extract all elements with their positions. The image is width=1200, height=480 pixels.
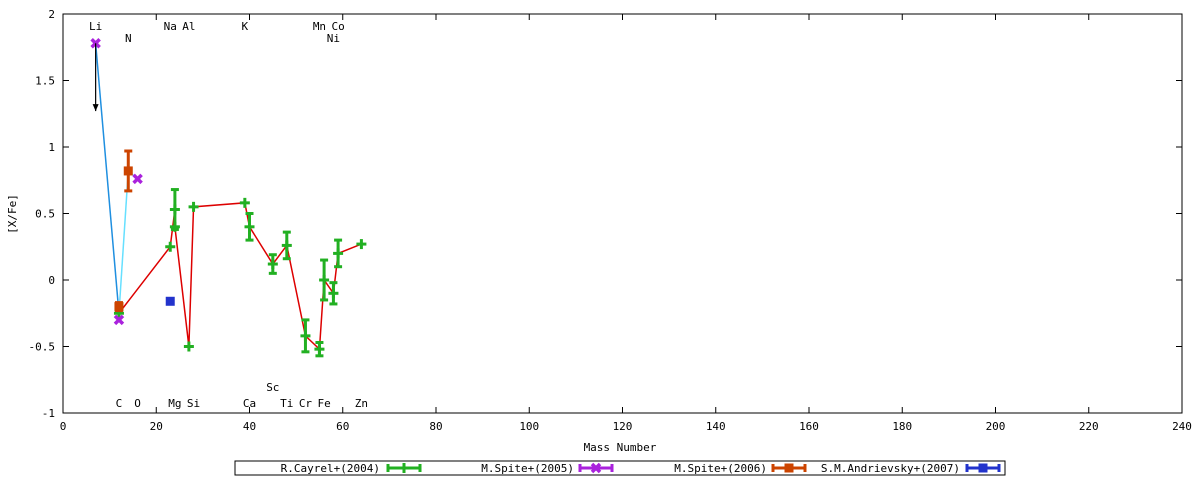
x-tick-label: 100 [519,420,539,433]
x-tick-label: 240 [1172,420,1192,433]
legend: R.Cayrel+(2004) M.Spite+(2005) M.Spite+(20… [234,460,1006,476]
data-point [114,302,124,312]
element-label: Ca [243,397,256,410]
x-tick-label: 160 [799,420,819,433]
legend-label: R.Cayrel+(2004) [281,462,380,475]
legend-marker [978,463,988,473]
legend-label: S.M.Andrievsky+(2007) [821,462,960,475]
legend-label: M.Spite+(2005) [481,462,574,475]
element-label: Ni [327,32,340,45]
x-tick-label: 0 [60,420,67,433]
element-label: Na [164,20,177,33]
x-tick-label: 200 [986,420,1006,433]
element-label: Mn [313,20,326,33]
x-tick-label: 60 [336,420,349,433]
element-label: Sc [266,381,279,394]
y-tick-label: 1.5 [35,75,55,88]
data-points [90,38,367,358]
y-axis-label: [X/Fe] [6,194,19,234]
x-tick-label: 40 [243,420,256,433]
y-tick-label: 0 [48,274,55,287]
plot-axes: 0 20 40 60 80 100 120 140 160 180 200 220 240-1-0.50… [29,8,1192,433]
y-tick-label: 1 [48,141,55,154]
x-tick-label: 140 [706,420,726,433]
element-label: Cr [299,397,313,410]
data-point [165,296,175,306]
x-tick-label: 20 [150,420,163,433]
plot-frame [62,13,1183,414]
x-axis-label: Mass Number [584,441,657,454]
element-labels: LiNNa Al K Mn CoNiScC O Mg Si Ca Ti Cr Fe Zn [89,20,368,410]
element-label: Mg [168,397,181,410]
element-label: Al [182,20,195,33]
upper-limit-arrowhead [92,104,99,112]
element-label: C [116,397,123,410]
y-tick-label: 2 [48,8,55,21]
y-tick-label: -0.5 [29,341,56,354]
data-point [123,166,133,176]
y-tick-label: 0.5 [35,208,55,221]
element-label: Zn [355,397,368,410]
x-tick-label: 180 [892,420,912,433]
element-label: Ti [280,397,293,410]
x-tick-label: 120 [613,420,633,433]
chart-svg: 0 20 40 60 80 100 120 140 160 180 200 220 240-1-0.50… [6,8,1192,476]
y-tick-label: -1 [42,407,55,420]
legend-marker [784,463,794,473]
series-lines [94,43,362,351]
x-tick-label: 220 [1079,420,1099,433]
legend-label: M.Spite+(2006) [674,462,767,475]
element-label: O [134,397,141,410]
element-label: Li [89,20,102,33]
element-label: K [242,20,249,33]
element-label: N [125,32,132,45]
series-line-spite-li-c [94,43,120,314]
element-label: Si [187,397,200,410]
x-tick-label: 80 [429,420,442,433]
element-label: Fe [317,397,330,410]
